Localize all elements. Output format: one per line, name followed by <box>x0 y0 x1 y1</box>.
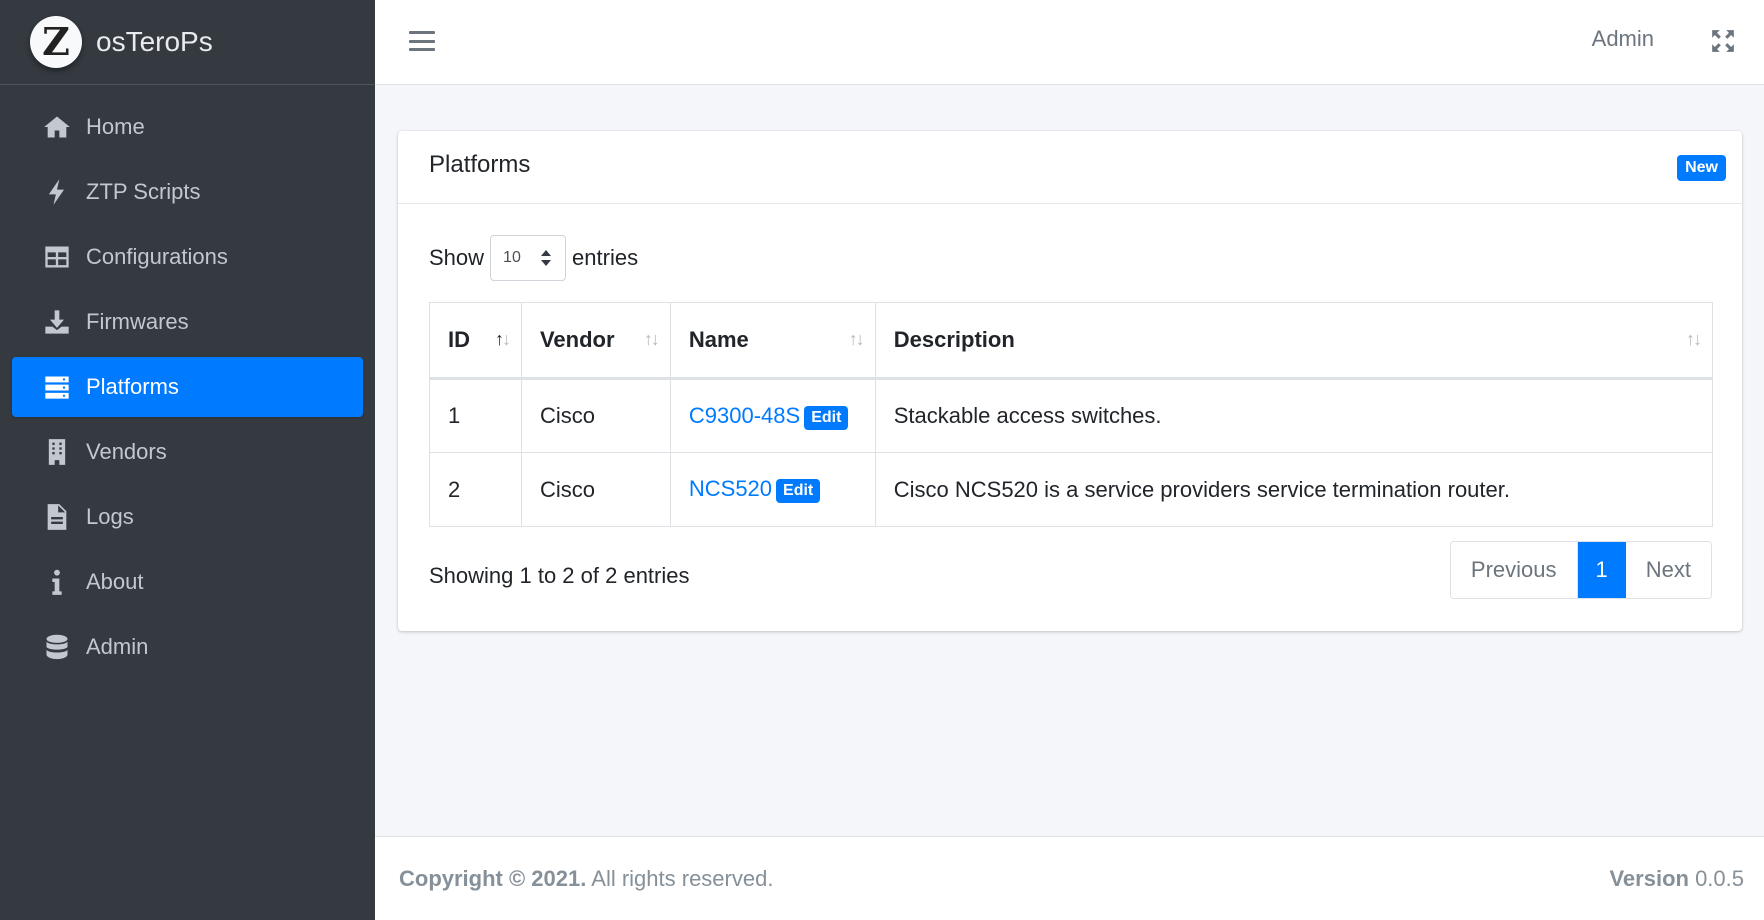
sort-icon: ↑↓ <box>643 329 660 349</box>
new-platform-button[interactable]: New <box>1677 155 1726 181</box>
sidebar-item-label: ZTP Scripts <box>86 179 201 204</box>
card-header: Platforms New <box>398 131 1742 204</box>
sidebar-item-label: Admin <box>86 634 149 659</box>
edit-button[interactable]: Edit <box>804 405 849 430</box>
column-header-vendor[interactable]: Vendor ↑↓ <box>520 302 671 380</box>
entries-length: Show 10 entries <box>429 235 638 281</box>
sort-asc-icon: ↑↓ <box>494 329 511 349</box>
column-header-description[interactable]: Description ↑↓ <box>874 302 1714 380</box>
copyright: Copyright © 2021. All rights reserved. <box>399 866 774 891</box>
cell-name: NCS520 Edit <box>669 452 876 527</box>
show-label: Show <box>429 245 485 270</box>
previous-page-button[interactable]: Previous <box>1450 542 1578 598</box>
footer: Copyright © 2021. All rights reserved. V… <box>375 836 1764 920</box>
platforms-card: Platforms New Show 10 entries ID ↑↓ Vendo… <box>398 131 1742 631</box>
home-icon <box>42 112 72 142</box>
cell-id: 2 <box>429 452 522 527</box>
cell-id: 1 <box>429 378 522 453</box>
select-arrows-icon <box>541 250 552 268</box>
top-admin-link[interactable]: Admin <box>1592 26 1654 52</box>
bolt-icon <box>42 177 72 207</box>
sidebar-item-label: Platforms <box>86 374 179 399</box>
page-title: Platforms <box>429 151 531 178</box>
sidebar-nav: Home ZTP Scripts Configurations Firmware… <box>0 85 375 677</box>
entries-select-value: 10 <box>503 249 521 266</box>
next-page-button[interactable]: Next <box>1625 542 1711 598</box>
table-icon <box>42 242 72 272</box>
sidebar-item-firmwares[interactable]: Firmwares <box>12 292 363 352</box>
cell-name: C9300-48S Edit <box>669 378 876 453</box>
sidebar-item-home[interactable]: Home <box>12 97 363 157</box>
cell-description: Cisco NCS520 is a service providers serv… <box>874 452 1714 527</box>
entries-select[interactable]: 10 <box>490 235 567 281</box>
table-row: 2 Cisco NCS520 Edit Cisco NCS520 is a ser… <box>429 452 1714 527</box>
column-header-name[interactable]: Name ↑↓ <box>669 302 876 380</box>
platform-name-link[interactable]: C9300-48S <box>689 403 800 428</box>
building-icon <box>42 437 72 467</box>
version: Version 0.0.5 <box>1609 866 1744 891</box>
sidebar-item-label: Home <box>86 114 145 139</box>
sidebar-item-ztp-scripts[interactable]: ZTP Scripts <box>12 162 363 222</box>
entries-label: entries <box>572 245 639 270</box>
cell-vendor: Cisco <box>520 452 671 527</box>
sidebar-item-configurations[interactable]: Configurations <box>12 227 363 287</box>
sidebar-item-label: About <box>86 569 144 594</box>
column-header-id[interactable]: ID ↑↓ <box>429 302 522 380</box>
platforms-table: ID ↑↓ Vendor ↑↓ Name ↑↓ Description ↑↓ 1 Cis… <box>429 302 1714 527</box>
info-icon <box>42 567 72 597</box>
sidebar-item-label: Vendors <box>86 439 167 464</box>
database-icon <box>42 632 72 662</box>
download-icon <box>42 307 72 337</box>
sidebar-item-logs[interactable]: Logs <box>12 487 363 547</box>
server-icon <box>42 372 72 402</box>
sort-icon: ↑↓ <box>1686 329 1702 349</box>
table-info: Showing 1 to 2 of 2 entries <box>429 563 690 588</box>
sidebar: Z osTeroPs Home ZTP Scripts Configuratio… <box>0 0 375 920</box>
menu-toggle-icon[interactable] <box>409 28 435 54</box>
edit-button[interactable]: Edit <box>776 479 821 503</box>
sidebar-item-vendors[interactable]: Vendors <box>12 422 363 482</box>
sort-icon: ↑↓ <box>848 329 865 349</box>
brand-link[interactable]: Z osTeroPs <box>0 0 375 85</box>
fullscreen-icon[interactable] <box>1710 28 1736 54</box>
table-header-row: ID ↑↓ Vendor ↑↓ Name ↑↓ Description ↑↓ <box>429 302 1714 380</box>
sidebar-item-platforms[interactable]: Platforms <box>12 357 363 417</box>
brand-name: osTeroPs <box>96 26 213 57</box>
sidebar-item-label: Configurations <box>86 244 228 269</box>
sidebar-item-admin[interactable]: Admin <box>12 617 363 677</box>
sidebar-item-label: Firmwares <box>86 309 189 334</box>
top-navbar: Admin <box>375 0 1764 85</box>
page-1-button[interactable]: 1 <box>1577 542 1626 598</box>
cell-description: Stackable access switches. <box>874 378 1714 453</box>
brand-logo: Z <box>30 16 82 68</box>
pagination: Previous 1 Next <box>1449 541 1712 599</box>
table-row: 1 Cisco C9300-48S Edit Stackable access s… <box>429 378 1714 453</box>
platform-name-link[interactable]: NCS520 <box>689 476 772 501</box>
sidebar-item-label: Logs <box>86 504 134 529</box>
file-icon <box>42 502 72 532</box>
sidebar-item-about[interactable]: About <box>12 552 363 612</box>
cell-vendor: Cisco <box>520 378 671 453</box>
